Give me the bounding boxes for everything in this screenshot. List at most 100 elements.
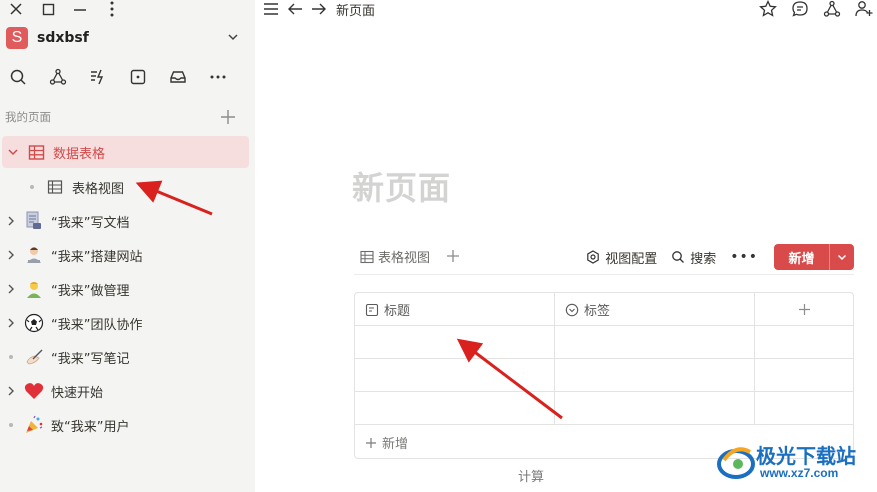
text-field-icon <box>365 303 379 316</box>
manager-emoji <box>23 278 45 300</box>
column-label: 标题 <box>384 304 411 319</box>
document-emoji <box>23 210 45 232</box>
chevron-down-icon[interactable] <box>830 244 854 270</box>
page-tree: 数据表格 表格视图 “我来”写文档 “我来”搭建网站 “我来”做管理 “我来”团… <box>0 136 255 442</box>
views-bar: 表格视图 视图配置 搜索 ••• 新增 <box>354 241 854 275</box>
search-icon[interactable] <box>7 66 47 88</box>
add-column-button[interactable] <box>755 293 853 326</box>
search-button[interactable]: 搜索 <box>671 248 716 267</box>
table-cell <box>755 392 853 425</box>
party-popper-emoji <box>23 414 45 436</box>
share-graph-icon[interactable] <box>823 0 841 18</box>
sidebar-item-table-view[interactable]: 表格视图 <box>0 170 255 204</box>
sidebar-item-write-docs[interactable]: “我来”写文档 <box>0 204 255 238</box>
graph-icon[interactable] <box>47 66 87 88</box>
new-record-label[interactable]: 新增 <box>774 244 830 270</box>
sidebar-item-label: 表格视图 <box>72 181 125 197</box>
table-cell[interactable] <box>355 392 555 425</box>
new-record-button[interactable]: 新增 <box>774 244 854 270</box>
sidebar-item-team-collab[interactable]: “我来”团队协作 <box>0 306 255 340</box>
select-field-icon <box>565 303 579 316</box>
watermark-url: www.xz7.com <box>760 466 839 480</box>
breadcrumb[interactable]: 新页面 <box>336 0 375 19</box>
watermark: 极光下载站 www.xz7.com <box>716 438 876 488</box>
chevron-right-icon[interactable] <box>3 247 19 263</box>
sidebar-item-notes[interactable]: “我来”写笔记 <box>0 340 255 374</box>
sidebar-item-label: “我来”写笔记 <box>51 351 130 367</box>
forward-arrow-icon[interactable] <box>310 1 328 17</box>
section-label: 我的页面 <box>5 110 51 124</box>
settings-icon <box>587 250 599 264</box>
column-header-title[interactable]: 标题 <box>355 293 555 326</box>
table-cell[interactable] <box>555 392 755 425</box>
add-page-icon[interactable] <box>220 109 236 125</box>
chevron-down-icon[interactable] <box>5 144 21 160</box>
back-arrow-icon[interactable] <box>286 1 304 17</box>
column-label: 标签 <box>584 304 611 319</box>
more-vertical-icon[interactable] <box>104 1 120 17</box>
watermark-text: 极光下载站 <box>756 446 856 468</box>
app-window: S sdxbsf 我的页面 数据表格 表格视图 “我来”写文档 “我来”搭建网站… <box>0 0 877 492</box>
grid-view-icon <box>360 250 374 263</box>
writing-hand-emoji <box>23 346 45 368</box>
sidebar-item-label: 快速开始 <box>51 385 104 401</box>
search-label: 搜索 <box>690 251 717 267</box>
bullet-icon <box>3 355 19 359</box>
chevron-right-icon[interactable] <box>3 213 19 229</box>
more-icon[interactable] <box>207 66 247 88</box>
sidebar-item-data-table[interactable]: 数据表格 <box>2 136 249 168</box>
comment-icon[interactable] <box>791 0 809 18</box>
quick-action-icon[interactable] <box>87 66 127 88</box>
sidebar-item-label: 数据表格 <box>53 146 106 162</box>
view-config-button[interactable]: 视图配置 <box>586 248 657 267</box>
close-icon[interactable] <box>8 1 24 17</box>
sidebar-item-quick-start[interactable]: 快速开始 <box>0 374 255 408</box>
tab-label: 表格视图 <box>378 251 431 266</box>
bullet-icon <box>3 423 19 427</box>
plus-icon <box>366 437 376 448</box>
add-view-icon[interactable] <box>446 249 460 263</box>
sidebar-item-label: “我来”写文档 <box>51 215 130 231</box>
table-row[interactable] <box>355 359 853 392</box>
chevron-down-icon[interactable] <box>226 30 240 48</box>
calculate-button[interactable]: 计算 <box>518 466 544 485</box>
plus-icon <box>798 304 810 315</box>
sidebar-item-label: “我来”搭建网站 <box>51 249 143 265</box>
add-user-icon[interactable] <box>855 0 873 18</box>
more-icon[interactable]: ••• <box>730 249 758 265</box>
table-row[interactable] <box>355 326 853 359</box>
workspace-avatar: S <box>6 27 28 49</box>
heart-emoji <box>23 380 45 402</box>
workspace-switcher[interactable]: S sdxbsf <box>6 25 246 51</box>
view-config-label: 视图配置 <box>605 251 658 267</box>
view-actions: 视图配置 搜索 ••• 新增 <box>586 244 854 270</box>
tab-table-view[interactable]: 表格视图 <box>360 247 430 266</box>
chevron-right-icon[interactable] <box>3 281 19 297</box>
page-title[interactable]: 新页面 <box>352 163 451 209</box>
square-dot-icon[interactable] <box>127 66 167 88</box>
workspace-name: sdxbsf <box>37 30 89 46</box>
table-cell[interactable] <box>555 359 755 392</box>
maximize-icon[interactable] <box>40 1 56 17</box>
add-row-button[interactable]: 新增 <box>365 433 408 452</box>
sidebar: S sdxbsf 我的页面 数据表格 表格视图 “我来”写文档 “我来”搭建网站… <box>0 0 255 492</box>
column-header-tags[interactable]: 标签 <box>555 293 755 326</box>
sidebar-toolbar <box>7 66 247 88</box>
menu-icon[interactable] <box>262 1 280 17</box>
star-icon[interactable] <box>759 0 777 18</box>
minimize-icon[interactable] <box>72 1 88 17</box>
person-at-desk-emoji <box>23 244 45 266</box>
table-cell <box>755 326 853 359</box>
sidebar-item-build-website[interactable]: “我来”搭建网站 <box>0 238 255 272</box>
table-cell[interactable] <box>355 326 555 359</box>
chevron-right-icon[interactable] <box>3 383 19 399</box>
sidebar-item-management[interactable]: “我来”做管理 <box>0 272 255 306</box>
table-row[interactable] <box>355 392 853 425</box>
logo-icon <box>717 447 755 479</box>
bullet-icon <box>24 185 40 189</box>
chevron-right-icon[interactable] <box>3 315 19 331</box>
inbox-icon[interactable] <box>167 66 207 88</box>
sidebar-item-to-users[interactable]: 致“我来”用户 <box>0 408 255 442</box>
table-cell[interactable] <box>555 326 755 359</box>
table-cell[interactable] <box>355 359 555 392</box>
